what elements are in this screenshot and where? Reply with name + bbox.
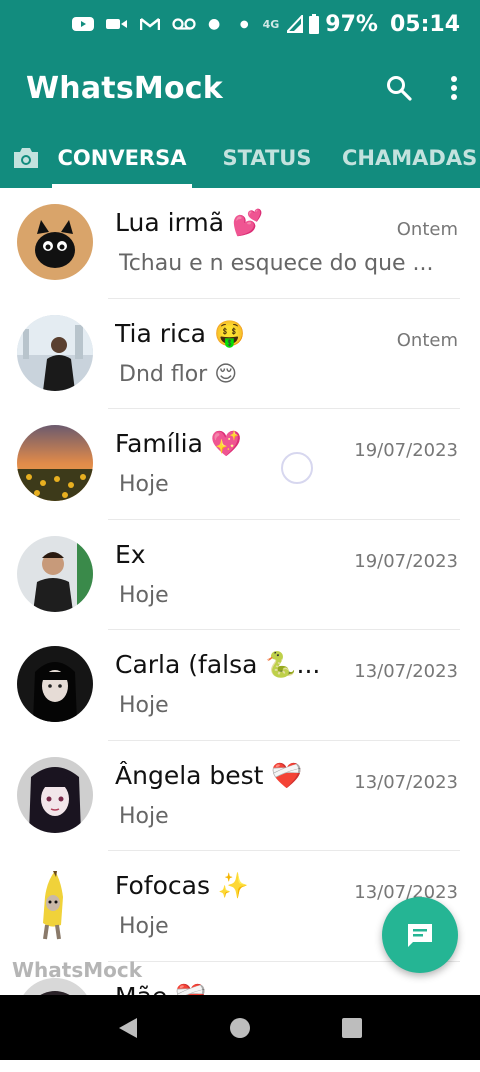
chat-name: Fofocas ✨ [115,871,249,901]
gmail-icon [140,16,160,32]
chat-time: 13/07/2023 [354,772,458,793]
chat-preview: Tchau e n esquece do que ... [119,251,434,276]
chat-row[interactable]: Carla (falsa 🐍... 13/07/2023 Hoje [0,630,480,741]
notification-icons: ● [72,16,220,32]
watermark: WhatsMock [12,958,142,982]
tab-camera[interactable] [0,128,52,188]
app-actions [386,75,458,101]
chat-time: 19/07/2023 [354,551,458,572]
chat-name: Ex [115,540,146,569]
chat-name: Carla (falsa 🐍... [115,650,320,680]
chat-row[interactable]: Lua irmã 💕 Ontem Tchau e n esquece do qu… [0,188,480,299]
home-icon[interactable] [229,1017,251,1039]
avatar[interactable] [17,204,93,280]
chat-name: Lua irmã 💕 [115,208,263,238]
chat-preview: Hoje [119,693,169,718]
dot-icon: ● [240,19,249,30]
app-bar: WhatsMock [0,48,480,128]
new-chat-button[interactable] [382,897,458,973]
tab-chamadas[interactable]: CHAMADAS [342,128,480,188]
network-type: 4G [263,18,280,31]
tab-conversa[interactable]: CONVERSA [52,128,192,188]
chat-row[interactable]: Ângela best ❤️‍🩹 13/07/2023 Hoje [0,741,480,852]
youtube-icon [72,16,94,32]
loading-indicator [281,452,313,484]
tab-label: STATUS [223,146,312,170]
avatar[interactable] [17,757,93,833]
battery-level: 97% [325,12,378,37]
chat-preview: Hoje [119,472,169,497]
chat-name: Família 💖 [115,429,242,459]
message-icon [405,921,435,949]
avatar[interactable] [17,867,93,943]
chat-preview: Hoje [119,583,169,608]
avatar[interactable] [17,425,93,501]
search-icon[interactable] [386,75,412,101]
recents-icon[interactable] [341,1017,363,1039]
chat-name: Ângela best ❤️‍🩹 [115,761,303,791]
chat-preview: Hoje [119,914,169,939]
chat-time: Ontem [397,330,458,351]
system-navigation-bar [0,995,480,1060]
more-options-icon[interactable] [450,75,458,101]
chat-preview: Dnd flor 😌 [119,362,237,387]
status-bar: ● ● 4G 97% 05:14 [0,0,480,48]
battery-icon [309,14,319,34]
chat-name: Tia rica 🤑 [115,319,245,349]
voicemail-icon [172,17,196,31]
tab-label: CHAMADAS [342,146,477,170]
video-icon [106,16,128,32]
chat-row[interactable]: Tia rica 🤑 Ontem Dnd flor 😌 [0,299,480,410]
tab-bar: CONVERSA STATUS CHAMADAS [0,128,480,188]
avatar[interactable] [17,646,93,722]
system-status: ● 4G 97% 05:14 [240,12,460,37]
clock: 05:14 [390,12,460,37]
signal-icon [287,15,303,33]
chat-time: Ontem [397,219,458,240]
avatar[interactable] [17,315,93,391]
chat-preview: Hoje [119,804,169,829]
tab-status[interactable]: STATUS [192,128,342,188]
chat-time: 13/07/2023 [354,661,458,682]
avatar[interactable] [17,536,93,612]
chat-row[interactable]: Ex 19/07/2023 Hoje [0,520,480,631]
tab-label: CONVERSA [58,146,187,170]
chat-time: 19/07/2023 [354,440,458,461]
app-title: WhatsMock [26,71,223,106]
back-icon[interactable] [117,1017,139,1039]
camera-icon [12,146,40,170]
chat-row[interactable]: Família 💖 19/07/2023 Hoje [0,409,480,520]
dot-icon: ● [208,16,220,32]
